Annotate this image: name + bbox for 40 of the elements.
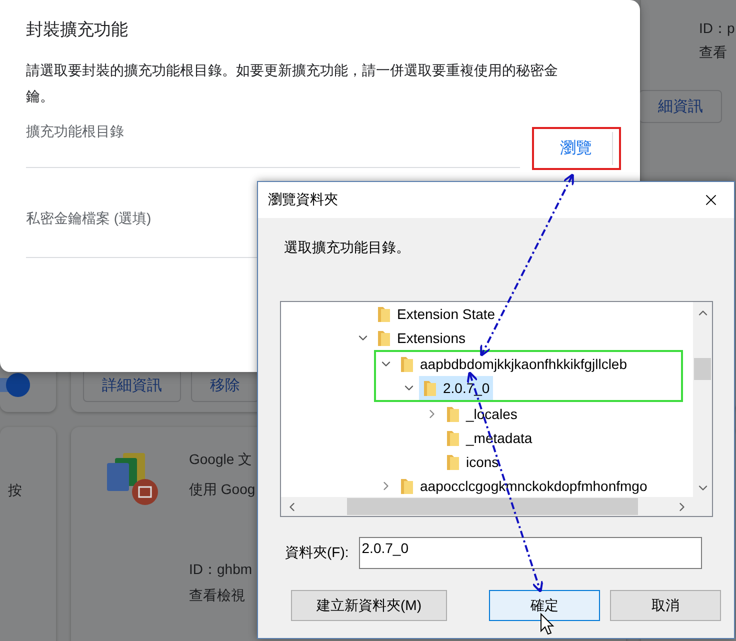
folder-item[interactable]: aapocclcgogkmnckokdopfmhonfmgo	[396, 474, 650, 497]
vertical-scrollbar[interactable]	[693, 302, 712, 497]
folder-item[interactable]: icons	[442, 450, 502, 474]
extension-id: ID：p	[699, 20, 736, 38]
horizontal-scrollbar[interactable]	[281, 497, 693, 516]
folder-label: 資料夾(F):	[285, 544, 349, 562]
dialog-title: 瀏覽資料夾	[268, 191, 339, 209]
folder-item[interactable]: _locales	[442, 402, 520, 426]
root-directory-label: 擴充功能根目錄	[26, 123, 124, 141]
folder-icon	[400, 355, 414, 373]
docs-app-icon	[105, 451, 161, 507]
folder-icon	[400, 477, 414, 495]
folder-icon	[377, 329, 391, 347]
folder-input[interactable]: 2.0.7_0	[358, 537, 702, 569]
card-text: 按	[8, 482, 23, 500]
folder-icon	[446, 405, 460, 423]
private-key-label: 私密金鑰檔案 (選填)	[26, 210, 152, 228]
dialog-title: 封裝擴充功能	[26, 19, 129, 41]
folder-item[interactable]: 2.0.7_0	[419, 376, 493, 400]
folder-icon	[423, 379, 437, 397]
inspect-link[interactable]: 查看檢視	[189, 587, 256, 605]
scrollbar-thumb[interactable]	[347, 498, 638, 515]
folder-icon	[446, 453, 460, 471]
dialog-prompt: 選取擴充功能目錄。	[284, 239, 411, 257]
scrollbar-thumb[interactable]	[694, 358, 711, 380]
extension-title: Google 文	[189, 451, 254, 469]
mouse-pointer-icon	[540, 612, 554, 635]
folder-item[interactable]: aapbdbdomjkkjkaonfhkkikfgjllcleb	[396, 352, 630, 376]
extension-description: 使用 Goog	[189, 481, 256, 499]
folder-item[interactable]: _metadata	[442, 426, 536, 450]
dialog-button[interactable]: 建立新資料夾(M)	[291, 590, 447, 621]
dialog-button[interactable]: 取消	[610, 590, 721, 621]
folder-icon	[446, 429, 460, 447]
view-link[interactable]: 查看	[699, 44, 736, 62]
dialog-button[interactable]: 確定	[489, 590, 600, 621]
folder-icon	[377, 305, 391, 323]
folder-item[interactable]: Extensions	[373, 326, 468, 350]
dialog-description: 請選取要封裝的擴充功能根目錄。如要更新擴充功能，請一併選取要重複使用的秘密金鑰。	[26, 61, 559, 106]
folder-item[interactable]: Extension State	[373, 302, 498, 326]
extension-id: ID：ghbm	[189, 561, 254, 579]
